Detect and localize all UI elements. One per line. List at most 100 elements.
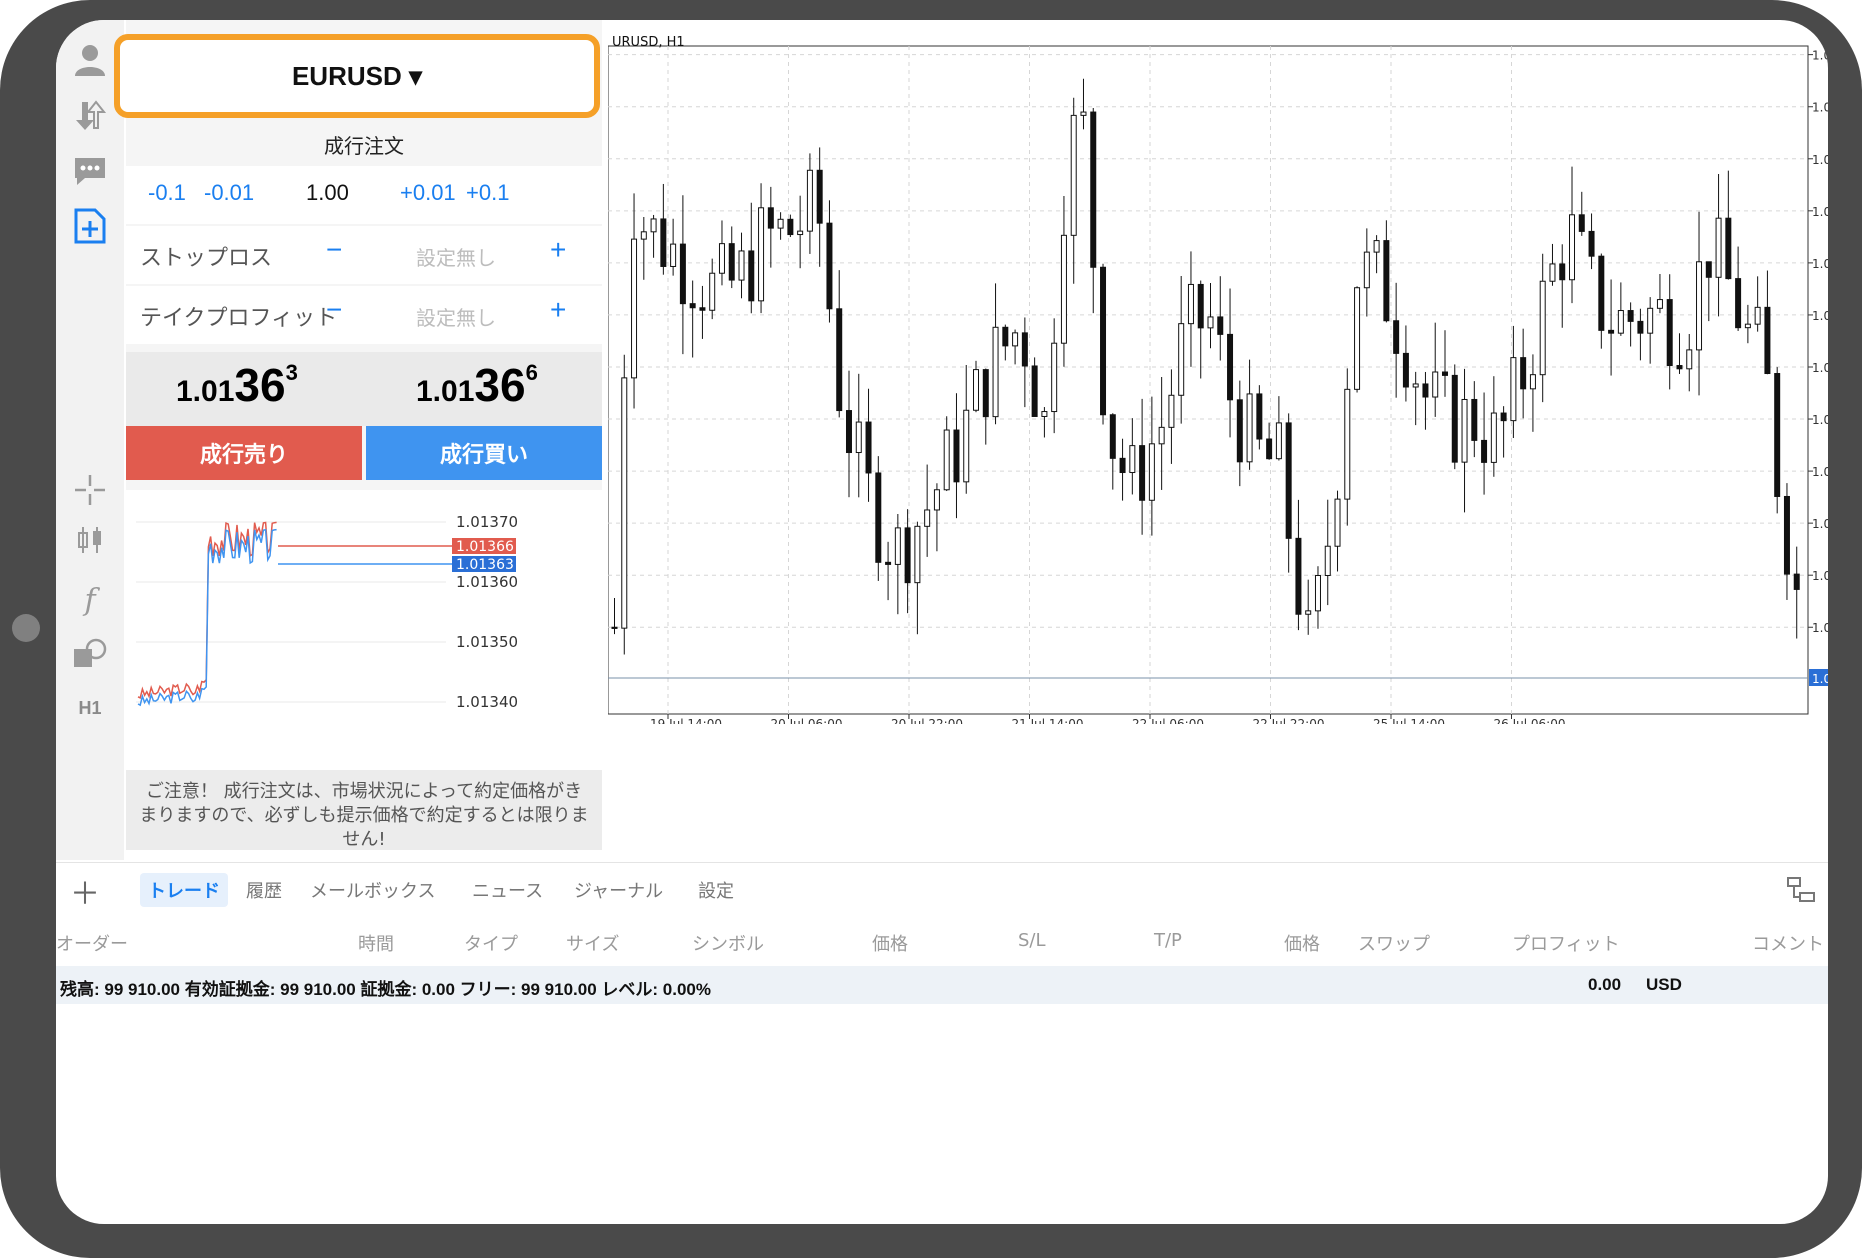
candle-body xyxy=(728,243,735,281)
y-tick-label: 1.01480 xyxy=(1812,621,1828,635)
stop-loss-value[interactable]: 設定無し xyxy=(416,242,496,271)
account-summary-text: 残高: 99 910.00 有効証拠金: 99 910.00 証拠金: 0.00… xyxy=(60,980,711,999)
volume-minus-0.1-button[interactable]: -0.1 xyxy=(148,180,186,206)
stop-loss-minus-button[interactable]: − xyxy=(326,234,342,266)
buy-by-market-button[interactable]: 成行買い xyxy=(366,426,602,480)
price-chart[interactable]: 1.02800 1.02680 1.02560 1.02440 1.02320 1.022… xyxy=(607,34,1828,731)
candle-body xyxy=(1451,374,1458,463)
candle-body xyxy=(660,218,667,267)
candle-body xyxy=(1334,498,1341,547)
candle-body xyxy=(1090,111,1097,268)
new-order-icon[interactable] xyxy=(70,206,110,246)
tab-news[interactable]: ニュース xyxy=(472,877,543,903)
candle-body xyxy=(787,218,794,236)
add-button[interactable]: ＋ xyxy=(70,869,100,913)
candle-body xyxy=(1217,316,1224,335)
candle-body xyxy=(1471,398,1478,441)
candle-body xyxy=(1119,457,1126,474)
chat-icon[interactable] xyxy=(70,150,110,190)
tab-settings[interactable]: 設定 xyxy=(698,877,734,903)
candle-body xyxy=(1627,310,1634,322)
candle-body xyxy=(1021,332,1028,367)
notice-text: ご注意！ 成行注文は、市場状況によって約定価格がきまりますので、必ずしも提示価格… xyxy=(139,781,589,850)
take-profit-value[interactable]: 設定無し xyxy=(416,302,496,331)
chart-type-icon[interactable] xyxy=(70,520,110,560)
y-tick-label: 1.01600 xyxy=(1812,569,1828,583)
candle-body xyxy=(1500,412,1507,422)
candle-body xyxy=(1637,320,1644,334)
chart-title: URUSD, H1 xyxy=(612,35,685,50)
order-type-label[interactable]: 成行注文 xyxy=(126,130,602,159)
candle-body xyxy=(806,169,813,232)
candle-body xyxy=(1715,217,1722,278)
layout-icon[interactable] xyxy=(1786,875,1816,909)
candle-body xyxy=(963,409,970,483)
indicator-icon[interactable]: f xyxy=(70,580,110,620)
candle-body xyxy=(914,525,921,584)
y-tick-label: 1.01720 xyxy=(1812,517,1828,531)
x-tick-label: 21 Jul 14:00 xyxy=(1012,717,1084,724)
candle-body xyxy=(865,421,872,474)
candle-body xyxy=(1432,371,1439,398)
home-button[interactable] xyxy=(12,614,40,642)
y-tick-label: 1.02680 xyxy=(1812,101,1828,115)
candle-body xyxy=(1285,422,1292,539)
candle-body xyxy=(1549,263,1556,282)
volume-plus-0.01-button[interactable]: +0.01 xyxy=(400,180,456,206)
candle-body xyxy=(1344,388,1351,500)
symbol-selector[interactable]: EURUSD ▾ xyxy=(114,34,600,118)
mini-y-label: 1.01340 xyxy=(456,693,518,711)
bid-sup: 3 xyxy=(285,360,298,385)
candle-body xyxy=(1187,283,1194,325)
candle-body xyxy=(1197,283,1204,329)
candle-body xyxy=(640,231,647,240)
ask-sup: 6 xyxy=(525,360,538,385)
transfer-icon[interactable] xyxy=(70,96,110,136)
tab-mailbox[interactable]: メールボックス xyxy=(310,877,435,903)
take-profit-minus-button[interactable]: − xyxy=(326,294,342,326)
col-size: サイズ xyxy=(566,934,620,955)
ask-price: 1.01366 xyxy=(416,358,538,412)
candle-body xyxy=(1139,445,1146,501)
total-profit: 0.00 xyxy=(1588,975,1622,994)
col-symbol: シンボル xyxy=(692,934,764,955)
tab-journal[interactable]: ジャーナル xyxy=(574,877,663,903)
candle-body xyxy=(1373,240,1380,253)
candle-body xyxy=(699,307,706,311)
candle-body xyxy=(1354,287,1361,390)
take-profit-plus-button[interactable]: + xyxy=(550,294,566,326)
x-tick-label: 19 Jul 14:00 xyxy=(650,717,722,724)
volume-value[interactable]: 1.00 xyxy=(306,180,349,206)
volume-minus-0.01-button[interactable]: -0.01 xyxy=(204,180,254,206)
x-tick-label: 20 Jul 06:00 xyxy=(771,717,843,724)
volume-plus-0.1-button[interactable]: +0.1 xyxy=(466,180,509,206)
candle-body xyxy=(943,429,950,491)
timeframe-icon[interactable]: H1 xyxy=(70,688,110,728)
candle-body xyxy=(1158,426,1165,445)
tab-trade[interactable]: トレード xyxy=(140,873,228,907)
objects-icon[interactable] xyxy=(70,634,110,674)
user-icon[interactable] xyxy=(70,40,110,80)
bid-tag-label: 1.01363 xyxy=(456,557,514,573)
candle-body xyxy=(992,326,999,418)
candle-body xyxy=(1363,251,1370,289)
symbol-label: EURUSD ▾ xyxy=(291,60,423,91)
candle-body xyxy=(1481,439,1488,463)
crosshair-icon[interactable] xyxy=(70,470,110,510)
candle-body xyxy=(1002,326,1009,347)
y-tick-label: 1.02560 xyxy=(1812,153,1828,167)
tab-history[interactable]: 履歴 xyxy=(246,877,282,903)
candle-body xyxy=(1207,316,1214,329)
device-frame: f H1 成行注文 -0.1 -0.01 1.00 +0.01 +0.1 ストッ… xyxy=(0,0,1862,1258)
bid-big: 36 xyxy=(234,359,286,411)
bid-tick-line xyxy=(137,528,277,707)
candle-body xyxy=(1559,263,1566,281)
candle-body xyxy=(679,243,686,305)
stop-loss-plus-button[interactable]: + xyxy=(550,234,566,266)
candle-body xyxy=(758,207,765,302)
candle-body xyxy=(1705,261,1712,278)
candle-body xyxy=(1783,495,1790,575)
candle-body xyxy=(1314,574,1321,612)
ask-tag-label: 1.01366 xyxy=(456,539,514,555)
sell-by-market-button[interactable]: 成行売り xyxy=(126,426,362,480)
